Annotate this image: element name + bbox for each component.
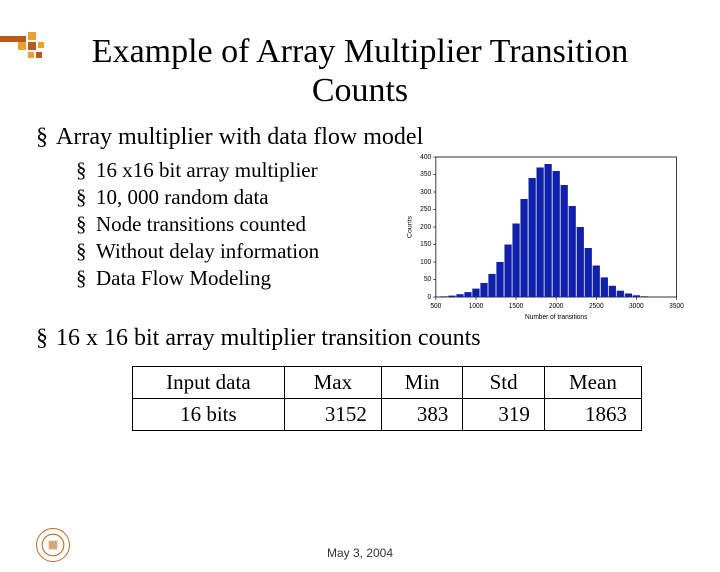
slide-body: Array multiplier with data flow model 16… xyxy=(0,110,720,431)
svg-text:Number of transitions: Number of transitions xyxy=(525,314,588,321)
subbullet-d: Without delay information xyxy=(56,238,396,265)
svg-text:400: 400 xyxy=(420,154,431,161)
svg-text:250: 250 xyxy=(420,206,431,213)
subbullet-b: 10, 000 random data xyxy=(56,184,396,211)
title-line-1: Example of Array Multiplier Transition xyxy=(92,33,628,70)
svg-text:200: 200 xyxy=(420,224,431,231)
svg-text:100: 100 xyxy=(420,259,431,266)
svg-text:50: 50 xyxy=(424,276,432,283)
slide-title: Example of Array Multiplier Transition C… xyxy=(0,32,720,110)
col-input: Input data xyxy=(133,367,285,399)
svg-text:300: 300 xyxy=(420,189,431,196)
subbullet-a: 16 x16 bit array multiplier xyxy=(56,157,396,184)
footer-date: May 3, 2004 xyxy=(0,546,720,560)
cell-std: 319 xyxy=(463,399,544,431)
col-std: Std xyxy=(463,367,544,399)
col-min: Min xyxy=(381,367,462,399)
title-line-2: Counts xyxy=(312,72,408,109)
cell-bits: 16 bits xyxy=(133,399,285,431)
subbullet-c: Node transitions counted xyxy=(56,211,396,238)
svg-text:1500: 1500 xyxy=(509,303,524,310)
svg-text:2500: 2500 xyxy=(589,303,604,310)
cell-min: 383 xyxy=(381,399,462,431)
stats-table-wrap: Input data Max Min Std Mean 16 bits 3152… xyxy=(132,366,642,431)
svg-text:Counts: Counts xyxy=(407,215,414,238)
svg-text:1000: 1000 xyxy=(469,303,484,310)
col-max: Max xyxy=(284,367,381,399)
stats-table: Input data Max Min Std Mean 16 bits 3152… xyxy=(132,366,642,431)
bullet-2: 16 x 16 bit array multiplier transition … xyxy=(36,325,684,352)
cell-mean: 1863 xyxy=(544,399,641,431)
slide-corner-ornament xyxy=(0,32,70,62)
svg-text:350: 350 xyxy=(420,171,431,178)
bullet-1: Array multiplier with data flow model 16… xyxy=(36,124,684,321)
subbullet-e: Data Flow Modeling xyxy=(56,265,396,292)
cell-max: 3152 xyxy=(284,399,381,431)
svg-text:3500: 3500 xyxy=(669,303,684,310)
histogram-chart: 050100 150200250 300350400 500100 xyxy=(402,151,684,321)
svg-text:0: 0 xyxy=(427,294,431,301)
svg-text:3000: 3000 xyxy=(629,303,644,310)
col-mean: Mean xyxy=(544,367,641,399)
bullet-1-text: Array multiplier with data flow model xyxy=(56,124,423,150)
svg-text:150: 150 xyxy=(420,241,431,248)
svg-text:500: 500 xyxy=(430,303,441,310)
svg-text:2000: 2000 xyxy=(549,303,564,310)
